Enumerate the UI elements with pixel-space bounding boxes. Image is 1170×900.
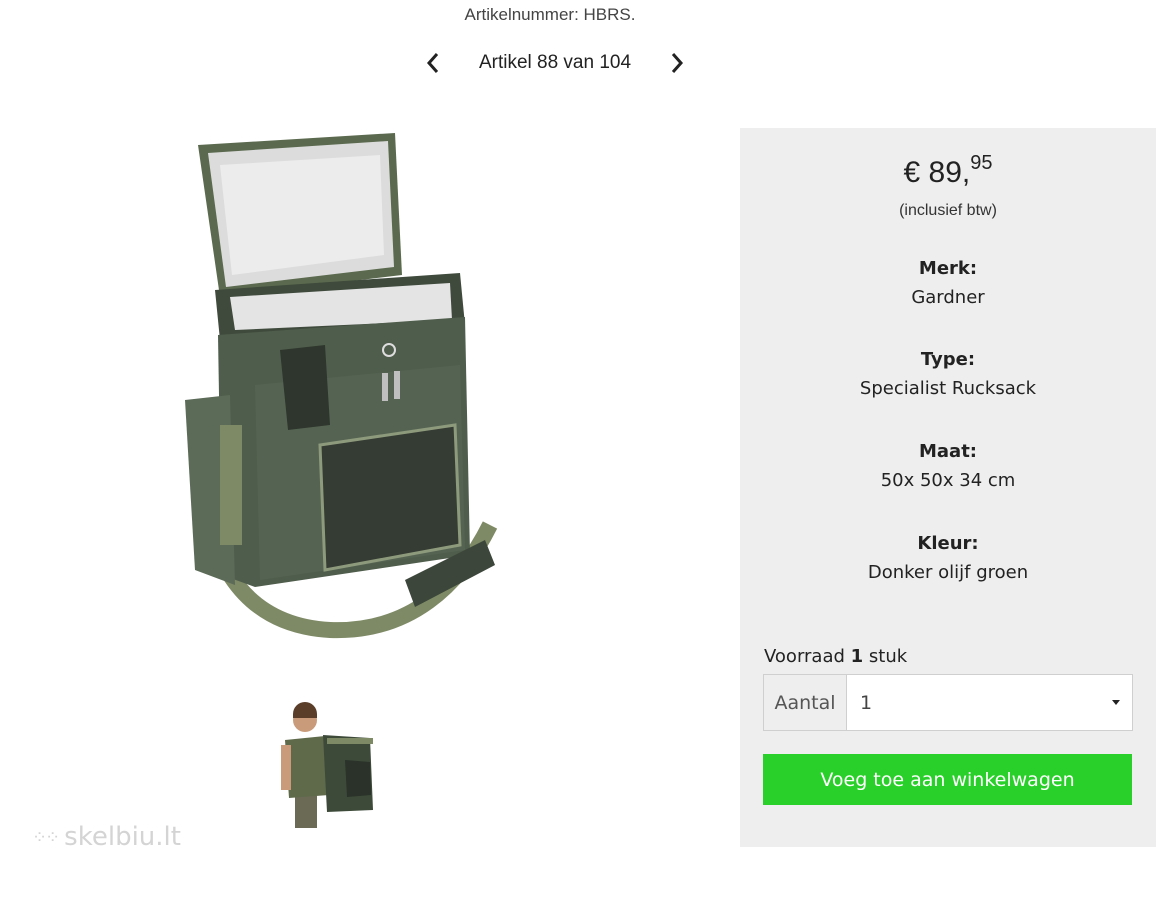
article-pager: Artikel 88 van 104 — [420, 48, 690, 78]
attribute-label: Type: — [920, 349, 976, 370]
price-cents: 95 — [970, 152, 993, 174]
quantity-selector: Aantal 1 — [763, 674, 1133, 731]
quantity-select[interactable]: 1 — [847, 675, 1132, 730]
vat-note: (inclusief btw) — [899, 202, 997, 219]
purchase-panel: € 89,95 (inclusief btw) Merk: Gardner Ty… — [740, 128, 1156, 847]
attribute-value: Donker olijf groen — [867, 562, 1029, 583]
attribute-label: Merk: — [918, 258, 978, 279]
bag-illustration — [185, 133, 498, 639]
price-main: € 89, — [903, 156, 971, 189]
price: € 89,95 — [740, 152, 1156, 190]
attribute-label: Kleur: — [917, 533, 979, 554]
watermark: ⁘⁘ skelbiu.lt — [32, 822, 181, 852]
attribute-size: Maat: 50x 50x 34 cm — [740, 441, 1156, 491]
stock-unit: stuk — [863, 646, 908, 667]
watermark-dots-icon: ⁘⁘ — [32, 826, 60, 848]
watermark-text: skelbiu.lt — [64, 822, 181, 852]
stock-prefix: Voorraad — [764, 646, 851, 667]
person-with-backpack-image — [281, 702, 373, 828]
chevron-right-icon — [671, 53, 684, 73]
product-thumbnail[interactable] — [275, 700, 385, 830]
attribute-value: Specialist Rucksack — [859, 378, 1037, 399]
pager-label: Artikel 88 van 104 — [478, 52, 632, 73]
caret-down-icon — [1112, 700, 1120, 705]
add-to-cart-button[interactable]: Voeg toe aan winkelwagen — [763, 754, 1132, 805]
attribute-type: Type: Specialist Rucksack — [740, 349, 1156, 399]
quantity-value: 1 — [860, 691, 873, 714]
previous-article-button[interactable] — [420, 48, 446, 78]
attribute-value: 50x 50x 34 cm — [880, 470, 1016, 491]
chevron-left-icon — [426, 53, 439, 73]
next-article-button[interactable] — [664, 48, 690, 78]
attribute-color: Kleur: Donker olijf groen — [740, 533, 1156, 583]
attribute-label: Maat: — [918, 441, 977, 462]
product-image[interactable] — [160, 125, 510, 655]
stock-info: Voorraad 1 stuk — [764, 646, 907, 667]
stock-count: 1 — [850, 646, 864, 667]
attribute-value: Gardner — [911, 287, 985, 308]
article-number: Artikelnummer: HBRS. — [464, 5, 636, 24]
attribute-brand: Merk: Gardner — [740, 258, 1156, 308]
quantity-label: Aantal — [764, 675, 847, 730]
